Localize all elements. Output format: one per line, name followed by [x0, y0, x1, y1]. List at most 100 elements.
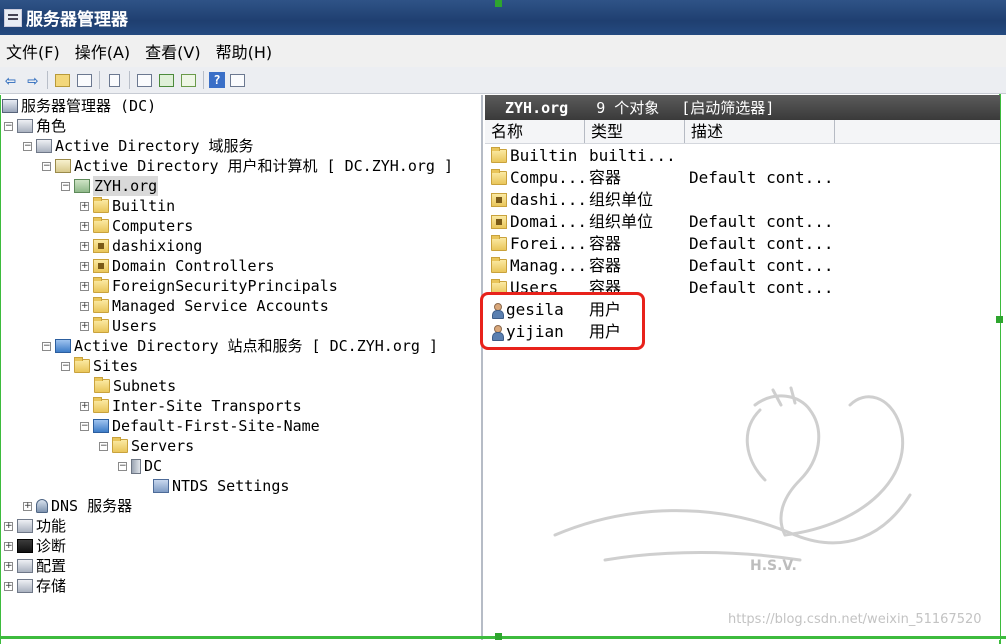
column-name[interactable]: 名称 [485, 120, 585, 143]
tree-item-ad-sites-services[interactable]: − Active Directory 站点和服务 [ DC.ZYH.org ] [42, 336, 438, 356]
expand-toggle[interactable]: + [4, 561, 13, 571]
menu-file[interactable]: 文件(F) [0, 39, 69, 63]
tree-item-users[interactable]: + Users [80, 316, 157, 336]
tree-label: 功能 [36, 517, 67, 535]
expand-toggle[interactable]: + [80, 241, 89, 251]
collapse-toggle[interactable]: − [42, 161, 51, 171]
list-item[interactable]: Compu... 容器 Default cont... [491, 167, 889, 189]
tree-item-domain[interactable]: − ZYH.org [61, 176, 159, 196]
tree-item-domain-controllers[interactable]: + Domain Controllers [80, 256, 275, 276]
tree-item-ad-users-computers[interactable]: − Active Directory 用户和计算机 [ DC.ZYH.org ] [42, 156, 453, 176]
expand-toggle[interactable]: + [80, 401, 89, 411]
window-title-bar[interactable]: 服务器管理器 [0, 0, 1006, 35]
tree-label: 配置 [36, 557, 67, 575]
details-header: ZYH.org 9 个对象 [启动筛选器] [485, 95, 1000, 120]
tree-item-diagnostics[interactable]: + 诊断 [4, 536, 66, 556]
list-item[interactable]: Domai... 组织单位 Default cont... [491, 211, 889, 233]
collapse-toggle[interactable]: − [61, 181, 70, 191]
expand-toggle[interactable]: + [4, 581, 13, 591]
tree-item-roles[interactable]: − 角色 [4, 116, 66, 136]
diagnostics-icon [17, 539, 33, 553]
tree-item-dc[interactable]: − DC [118, 456, 162, 476]
tree-item-foreign-security-principals[interactable]: + ForeignSecurityPrincipals [80, 276, 338, 296]
menu-view[interactable]: 查看(V) [139, 39, 209, 63]
tree-item-configuration[interactable]: + 配置 [4, 556, 66, 576]
selection-frame-bottom [0, 636, 1006, 639]
expand-toggle[interactable]: + [4, 521, 13, 531]
console-tree[interactable]: 服务器管理器 (DC) − 角色 − Active Directory 域服务 … [0, 95, 483, 640]
tree-label: Active Directory 用户和计算机 [ DC.ZYH.org ] [74, 157, 453, 175]
tree-item-features[interactable]: + 功能 [4, 516, 66, 536]
expand-toggle[interactable]: + [23, 501, 32, 511]
menu-help[interactable]: 帮助(H) [210, 39, 282, 63]
toolbar-separator [129, 71, 130, 89]
tree-label: Computers [112, 217, 194, 235]
list-item[interactable]: gesila 用户 [491, 299, 889, 321]
tree-item-dashixiong[interactable]: + dashixiong [80, 236, 202, 256]
list-item[interactable]: Users 容器 Default cont... [491, 277, 889, 299]
resize-handle[interactable] [495, 0, 502, 7]
menu-action[interactable]: 操作(A) [69, 39, 139, 63]
collapse-toggle[interactable]: − [4, 121, 13, 131]
tree-item-managed-service-accounts[interactable]: + Managed Service Accounts [80, 296, 329, 316]
collapse-toggle[interactable]: − [99, 441, 108, 451]
expand-toggle[interactable]: + [80, 321, 89, 331]
tree-item-inter-site-transports[interactable]: + Inter-Site Transports [80, 396, 302, 416]
expand-toggle[interactable]: + [80, 261, 89, 271]
item-name: Forei... [510, 234, 588, 253]
list-item[interactable]: dashi... 组织单位 [491, 189, 889, 211]
list-item[interactable]: Manag... 容器 Default cont... [491, 255, 889, 277]
expand-toggle[interactable]: + [80, 221, 89, 231]
collapse-toggle[interactable]: − [42, 341, 51, 351]
collapse-toggle[interactable]: − [118, 461, 127, 471]
column-description[interactable]: 描述 [685, 120, 835, 143]
collapse-toggle[interactable]: − [80, 421, 89, 431]
list-item[interactable]: Forei... 容器 Default cont... [491, 233, 889, 255]
list-item[interactable]: Builtin builti... [491, 145, 889, 167]
show-hide-tree-icon[interactable] [75, 71, 94, 90]
column-type[interactable]: 类型 [585, 120, 685, 143]
expand-toggle[interactable]: + [80, 201, 89, 211]
clipboard-icon[interactable] [105, 71, 124, 90]
folder-icon [94, 377, 110, 393]
tree-item-default-site[interactable]: − Default-First-Site-Name [80, 416, 320, 436]
forward-arrow-icon[interactable]: ⇨ [23, 70, 42, 91]
resize-handle[interactable] [495, 633, 502, 640]
expand-toggle[interactable]: + [80, 301, 89, 311]
tree-item-servers[interactable]: − Servers [99, 436, 194, 456]
window-title: 服务器管理器 [26, 10, 128, 30]
expand-toggle[interactable]: + [4, 541, 13, 551]
tree-label: Servers [131, 437, 195, 455]
tree-item-storage[interactable]: + 存储 [4, 576, 66, 596]
refresh-icon[interactable] [157, 71, 176, 90]
up-folder-icon[interactable] [53, 71, 72, 90]
tree-item-dns[interactable]: + DNS 服务器 [23, 496, 132, 516]
resize-handle[interactable] [996, 316, 1003, 323]
tree-item-computers[interactable]: + Computers [80, 216, 193, 236]
collapse-toggle[interactable]: − [61, 361, 70, 371]
storage-icon [17, 579, 33, 593]
tree-item-sites[interactable]: − Sites [61, 356, 138, 376]
back-arrow-icon[interactable]: ⇦ [1, 70, 20, 91]
tree-item-ad-ds[interactable]: − Active Directory 域服务 [23, 136, 254, 156]
server-icon [131, 458, 141, 474]
export-list-icon[interactable] [179, 71, 198, 90]
properties-icon[interactable] [135, 71, 154, 90]
tree-item-root[interactable]: 服务器管理器 (DC) [2, 96, 156, 116]
folder-icon [93, 277, 109, 293]
tree-item-builtin[interactable]: + Builtin [80, 196, 175, 216]
list-item[interactable]: yijian 用户 [491, 321, 889, 343]
tree-item-ntds-settings[interactable]: NTDS Settings [153, 476, 289, 496]
item-description: Default cont... [689, 168, 834, 187]
folder-icon [93, 397, 109, 413]
filter-status: [启动筛选器] [681, 99, 775, 117]
expand-toggle[interactable]: + [80, 281, 89, 291]
tree-item-subnets[interactable]: Subnets [94, 376, 176, 396]
collapse-toggle[interactable]: − [23, 141, 32, 151]
item-name: Manag... [510, 256, 588, 275]
item-type: builti... [589, 146, 676, 165]
item-name: gesila [506, 300, 564, 319]
toolbar: ⇦ ⇨ ? [0, 67, 1006, 94]
help-icon[interactable]: ? [209, 72, 225, 88]
view-icon[interactable] [228, 71, 247, 90]
